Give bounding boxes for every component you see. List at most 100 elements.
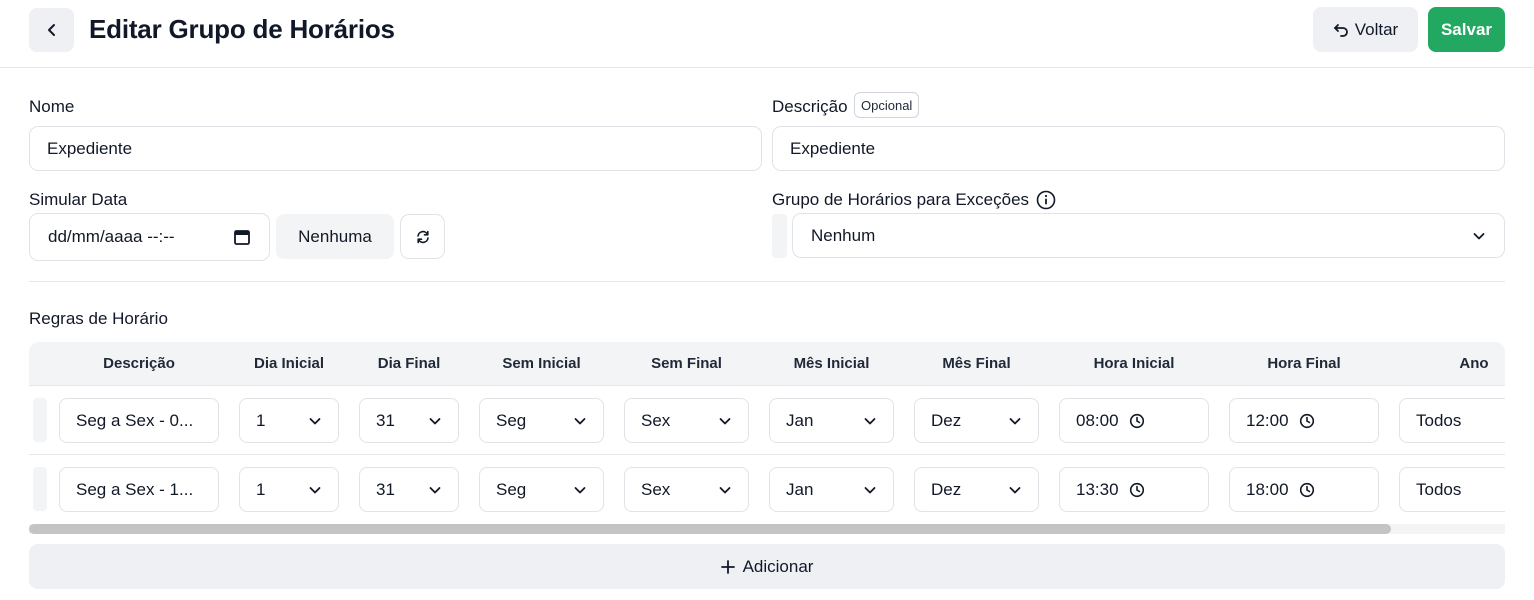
clock-icon[interactable] [1299,413,1315,429]
back-button[interactable] [29,8,74,52]
select-value: Dez [931,410,962,430]
chevron-down-icon [1009,417,1021,424]
horizontal-scrollbar-thumb[interactable] [29,524,1391,534]
col-dia-final: Dia Final [377,355,441,372]
simular-data-input[interactable]: dd/mm/aaaa --:-- [29,213,270,261]
col-mes-final: Mês Final [942,355,1011,372]
refresh-icon [416,230,429,243]
excecoes-value: Nenhum [811,225,876,245]
rules-table-header: Descrição Dia Inicial Dia Final Sem Inic… [29,342,1505,386]
select-value: Seg [496,479,527,499]
row-sem-inicial-select[interactable]: Seg [479,467,604,512]
row-descricao-input[interactable]: Seg a Sex - 1... [59,467,219,512]
select-value: Todos [1416,479,1462,499]
row-drag-handle[interactable] [33,398,47,442]
chevron-down-icon [309,417,321,424]
chevron-down-icon [429,486,441,493]
select-value: Sex [641,410,671,430]
col-sem-inicial: Sem Inicial [502,355,581,372]
row-sem-final-select[interactable]: Sex [624,467,749,512]
table-row: Seg a Sex - 0... 1 31 Seg Sex Jan Dez 08… [29,387,1505,455]
col-dia-inicial: Dia Inicial [253,355,325,372]
time-value: 08:00 [1076,410,1119,430]
select-value: 1 [256,410,266,430]
col-descricao: Descrição [103,355,175,372]
info-icon[interactable] [1036,190,1056,210]
row-mes-inicial-select[interactable]: Jan [769,467,894,512]
row-dia-final-select[interactable]: 31 [359,398,459,443]
time-value: 18:00 [1246,479,1289,499]
select-value: 31 [376,479,395,499]
add-rule-button[interactable]: Adicionar [29,544,1505,589]
calendar-icon[interactable] [233,228,251,246]
voltar-button[interactable]: Voltar [1313,7,1418,52]
excecoes-handle [772,214,787,258]
select-value: Sex [641,479,671,499]
chevron-down-icon [574,417,586,424]
col-hora-inicial: Hora Inicial [1093,355,1175,372]
row-mes-inicial-select[interactable]: Jan [769,398,894,443]
row-dia-final-select[interactable]: 31 [359,467,459,512]
row-hora-final-input[interactable]: 18:00 [1229,467,1379,512]
row-hora-inicial-input[interactable]: 13:30 [1059,467,1209,512]
save-button[interactable]: Salvar [1428,7,1505,52]
optional-badge: Opcional [854,92,920,118]
row-sem-final-select[interactable]: Sex [624,398,749,443]
table-row: Seg a Sex - 1... 1 31 Seg Sex Jan Dez 13… [29,456,1505,524]
row-hora-final-input[interactable]: 12:00 [1229,398,1379,443]
col-sem-final: Sem Final [651,355,722,372]
chevron-down-icon [1473,232,1485,239]
section-divider [29,281,1505,282]
add-rule-label: Adicionar [742,556,814,576]
clock-icon[interactable] [1129,482,1145,498]
refresh-button[interactable] [400,214,445,259]
row-hora-inicial-input[interactable]: 08:00 [1059,398,1209,443]
nome-input[interactable]: Expediente [29,126,762,171]
descricao-input[interactable]: Expediente [772,126,1505,171]
chevron-down-icon [1009,486,1021,493]
clock-icon[interactable] [1299,482,1315,498]
simular-none-button[interactable]: Nenhuma [276,214,394,259]
chevron-down-icon [719,486,731,493]
row-drag-handle[interactable] [33,467,47,511]
page-title: Editar Grupo de Horários [89,14,395,44]
row-descricao-input[interactable]: Seg a Sex - 0... [59,398,219,443]
row-ano-select[interactable]: Todos [1399,398,1505,443]
time-value: 13:30 [1076,479,1119,499]
row-dia-inicial-select[interactable]: 1 [239,398,339,443]
excecoes-label-row: Grupo de Horários para Exceções [772,190,1056,210]
row-dia-inicial-select[interactable]: 1 [239,467,339,512]
page-header: Editar Grupo de Horários Voltar Salvar [0,0,1534,68]
chevron-down-icon [574,486,586,493]
excecoes-label: Grupo de Horários para Exceções [772,190,1030,209]
datetime-placeholder: dd/mm/aaaa --:-- [48,227,175,246]
rules-title: Regras de Horário [29,309,168,328]
chevron-left-icon [47,24,55,36]
row-ano-select[interactable]: Todos [1399,467,1505,512]
voltar-label: Voltar [1354,19,1399,39]
row-sem-inicial-select[interactable]: Seg [479,398,604,443]
select-value: Jan [786,479,814,499]
nome-label: Nome [29,97,75,116]
col-hora-final: Hora Final [1267,355,1341,372]
select-value: Dez [931,479,962,499]
select-value: 1 [256,479,266,499]
select-value: Seg [496,410,527,430]
clock-icon[interactable] [1129,413,1145,429]
row-mes-final-select[interactable]: Dez [914,467,1039,512]
col-ano: Ano [1459,355,1489,372]
col-mes-inicial: Mês Inicial [793,355,870,372]
time-value: 12:00 [1246,410,1289,430]
descricao-label: Descrição [772,97,848,116]
chevron-down-icon [429,417,441,424]
chevron-down-icon [719,417,731,424]
undo-icon [1333,23,1348,37]
rules-table: Descrição Dia Inicial Dia Final Sem Inic… [29,342,1505,534]
chevron-down-icon [864,486,876,493]
simular-data-label: Simular Data [29,190,128,209]
select-value: 31 [376,410,395,430]
excecoes-select[interactable]: Nenhum [792,213,1505,258]
chevron-down-icon [309,486,321,493]
chevron-down-icon [864,417,876,424]
row-mes-final-select[interactable]: Dez [914,398,1039,443]
